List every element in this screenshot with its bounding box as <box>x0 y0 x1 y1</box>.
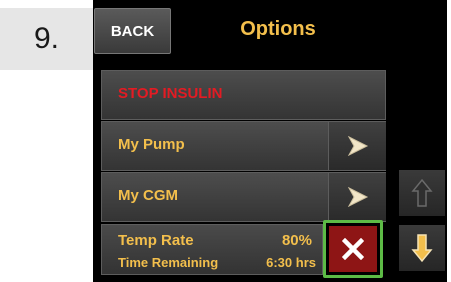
scroll-down-button[interactable] <box>399 225 445 271</box>
arrow-down-icon <box>411 234 433 263</box>
my-cgm-label: My CGM <box>118 187 178 204</box>
time-remaining-label: Time Remaining <box>118 255 219 270</box>
chevron-right-icon <box>347 136 368 156</box>
my-pump-row[interactable]: My Pump <box>101 121 386 171</box>
page-title: Options <box>240 18 316 40</box>
step-number: 9. <box>0 8 93 70</box>
arrow-up-icon <box>411 178 433 207</box>
my-cgm-row[interactable]: My CGM <box>101 172 386 222</box>
my-pump-label: My Pump <box>118 136 185 153</box>
my-cgm-arrow-button[interactable] <box>328 173 386 221</box>
stop-insulin-label: STOP INSULIN <box>118 85 223 102</box>
stop-insulin-button[interactable]: STOP INSULIN <box>101 70 386 120</box>
scroll-up-button[interactable] <box>399 170 445 216</box>
temp-rate-label: Temp Rate <box>118 232 194 249</box>
time-remaining-value: 6:30 hrs <box>266 255 316 270</box>
back-button[interactable]: BACK <box>94 8 171 54</box>
pump-screen: BACK Options STOP INSULIN My Pump My CGM… <box>93 0 447 282</box>
temp-rate-status: Temp Rate 80% Time Remaining 6:30 hrs <box>101 224 323 275</box>
my-pump-arrow-button[interactable] <box>328 122 386 170</box>
cancel-temp-rate-button[interactable] <box>323 220 383 278</box>
temp-rate-value: 80% <box>281 232 312 249</box>
chevron-right-icon <box>347 187 368 207</box>
close-icon <box>342 238 364 260</box>
